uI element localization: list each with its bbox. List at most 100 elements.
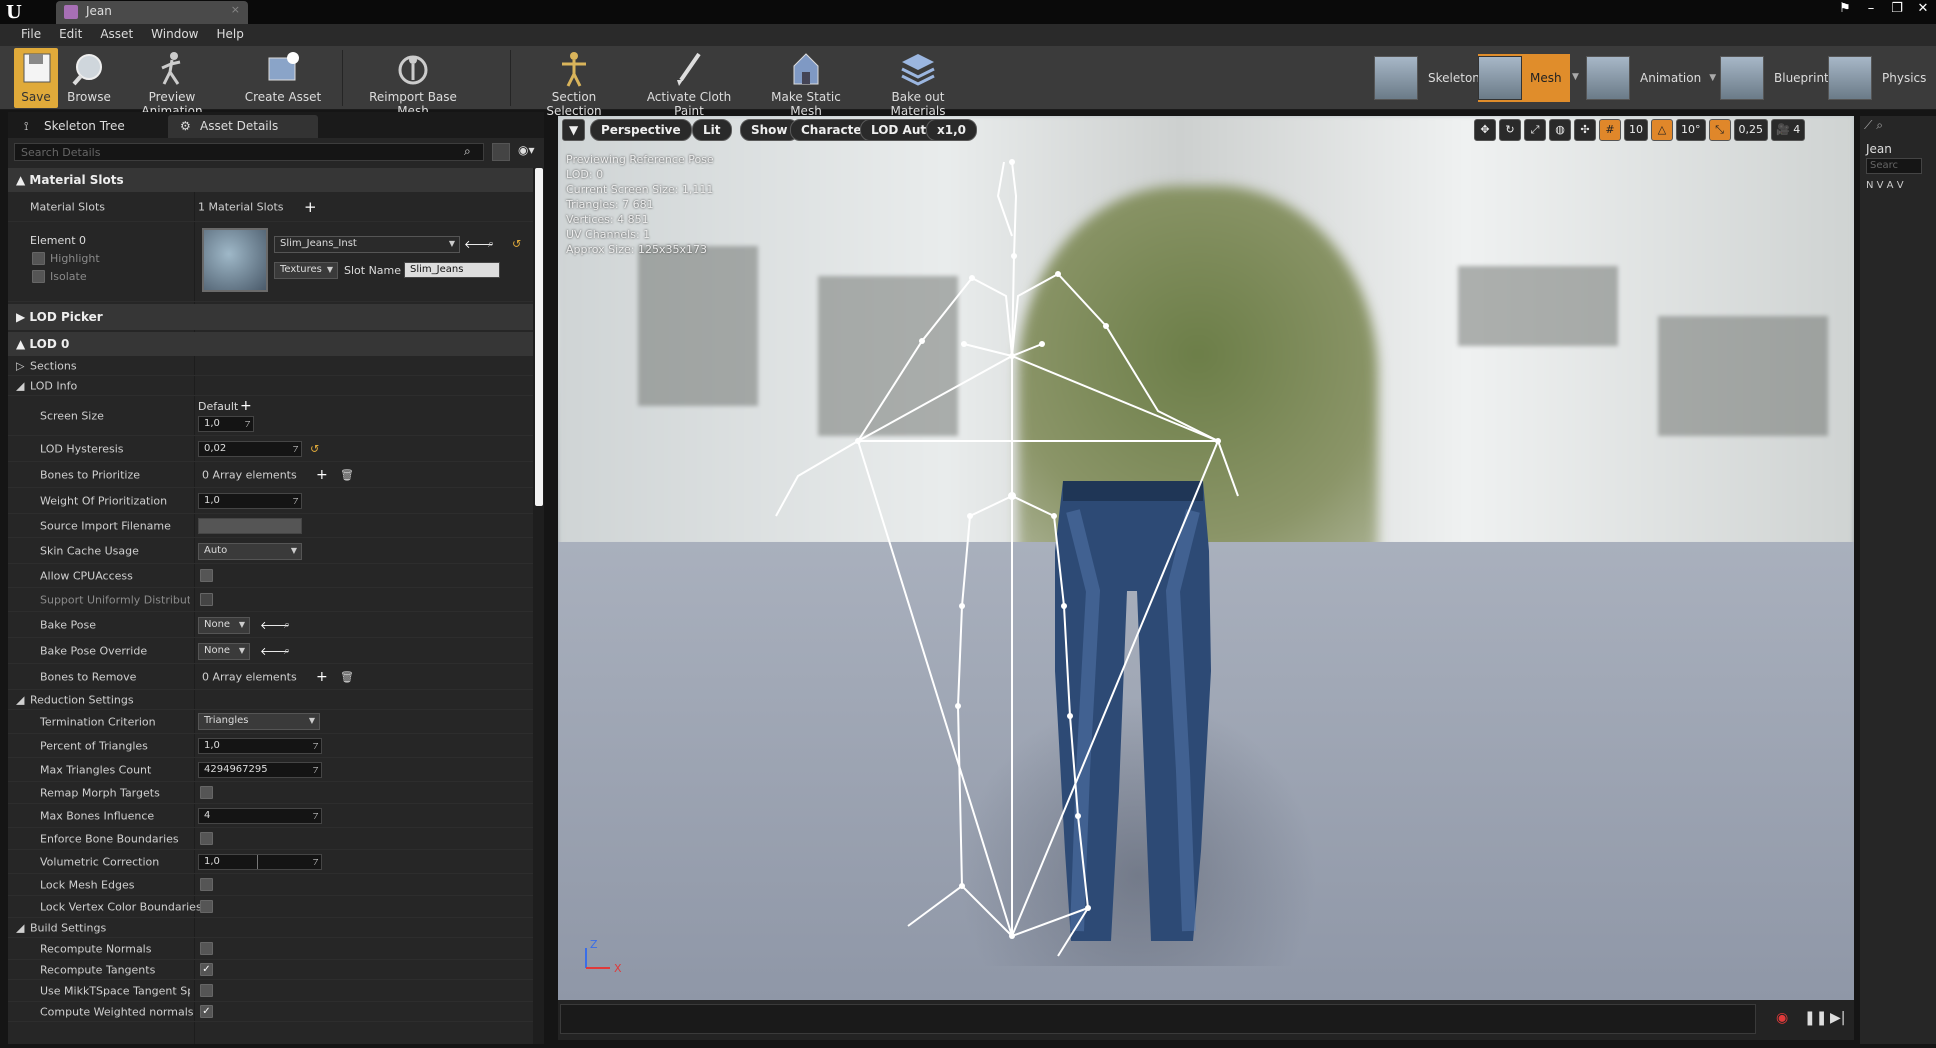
row-reduction-settings[interactable]: ◢ Reduction Settings bbox=[8, 690, 534, 710]
weighted-normals-checkbox[interactable]: ✓ bbox=[200, 1005, 213, 1018]
mode-animation[interactable]: Animation ▼ bbox=[1586, 54, 1716, 102]
animation-dropdown-icon[interactable]: ▼ bbox=[1709, 73, 1716, 83]
help-icon[interactable]: ⚑ bbox=[1832, 0, 1858, 18]
lod-info-collapse-icon[interactable]: ◢ bbox=[16, 379, 24, 392]
document-tab[interactable]: Jean × bbox=[56, 1, 248, 24]
grid-size-value[interactable]: 10 bbox=[1624, 119, 1648, 141]
textures-dropdown[interactable]: Textures bbox=[274, 262, 338, 279]
right-search-input[interactable]: Searc bbox=[1866, 158, 1922, 174]
details-scrollbar[interactable] bbox=[533, 168, 544, 1044]
highlight-checkbox[interactable] bbox=[32, 252, 45, 265]
tab-asset-details[interactable]: ⚙ Asset Details bbox=[168, 115, 318, 138]
termination-dropdown[interactable]: Triangles bbox=[198, 713, 320, 730]
scale-snap-value[interactable]: 0,25 bbox=[1733, 119, 1768, 141]
preview-animation-button[interactable]: Preview Animation bbox=[118, 48, 226, 118]
scale-snap-icon[interactable]: ⤡ bbox=[1708, 119, 1731, 141]
browse-pose-override-icon[interactable]: ⌕ bbox=[284, 644, 290, 658]
menu-help[interactable]: Help bbox=[207, 24, 252, 46]
lock-mesh-checkbox[interactable] bbox=[200, 878, 213, 891]
eye-icon[interactable]: ◉▾ bbox=[518, 143, 535, 157]
screen-size-input[interactable]: 1,0 bbox=[198, 416, 254, 432]
create-asset-button[interactable]: Create Asset bbox=[242, 48, 324, 108]
recompute-tangents-checkbox[interactable]: ✓ bbox=[200, 963, 213, 976]
slot-name-input[interactable]: Slim_Jeans bbox=[404, 262, 500, 278]
view-options-icon[interactable] bbox=[492, 143, 510, 161]
world-local-icon[interactable]: ◍ bbox=[1549, 119, 1571, 141]
trash-icon[interactable]: 🗑 bbox=[340, 670, 354, 683]
menu-window[interactable]: Window bbox=[142, 24, 207, 46]
move-icon[interactable]: ✥ bbox=[1474, 119, 1496, 141]
scrollbar-thumb[interactable] bbox=[535, 168, 543, 506]
mode-mesh[interactable]: Mesh bbox=[1478, 54, 1570, 102]
rotation-snap-value[interactable]: 10° bbox=[1676, 119, 1706, 141]
lod-hysteresis-input[interactable]: 0,02 bbox=[198, 441, 302, 457]
browse-material-icon[interactable]: ⌕ bbox=[488, 237, 494, 251]
viewport-options-dropdown[interactable]: ▼ bbox=[562, 119, 586, 141]
bake-out-materials-button[interactable]: Bake out Materials bbox=[866, 48, 970, 118]
surface-snap-icon[interactable]: ✣ bbox=[1574, 119, 1596, 141]
record-icon[interactable]: ◉ bbox=[1776, 1010, 1796, 1030]
menu-asset[interactable]: Asset bbox=[91, 24, 142, 46]
section-material-slots[interactable]: ▲ Material Slots bbox=[8, 168, 534, 192]
recompute-normals-checkbox[interactable] bbox=[200, 942, 213, 955]
mode-blueprint[interactable]: Blueprint bbox=[1720, 54, 1829, 102]
row-lod-info[interactable]: ◢ LOD Info bbox=[8, 376, 534, 396]
max-triangles-input[interactable]: 4294967295 bbox=[198, 762, 322, 778]
close-tab-icon[interactable]: × bbox=[231, 3, 240, 16]
menu-file[interactable]: File bbox=[12, 24, 50, 46]
rotate-icon[interactable]: ↻ bbox=[1499, 119, 1521, 141]
lock-vertex-checkbox[interactable] bbox=[200, 900, 213, 913]
build-collapse-icon[interactable]: ◢ bbox=[16, 921, 24, 934]
enforce-bone-checkbox[interactable] bbox=[200, 832, 213, 845]
close-window-button[interactable]: ✕ bbox=[1910, 0, 1936, 18]
sections-expand-icon[interactable]: ▷ bbox=[16, 359, 24, 372]
activate-cloth-paint-button[interactable]: Activate Cloth Paint bbox=[634, 48, 744, 118]
tab-skeleton-tree[interactable]: ⟟ Skeleton Tree bbox=[12, 115, 137, 138]
volumetric-slider[interactable]: 1,0 bbox=[198, 854, 322, 870]
bone-tools-icon[interactable]: ⟋ ⌕ bbox=[1864, 118, 1883, 133]
save-button[interactable]: Save bbox=[14, 48, 58, 108]
reset-hysteresis-icon[interactable]: ↺ bbox=[310, 442, 319, 455]
scale-icon[interactable]: ⤢ bbox=[1524, 119, 1546, 141]
restore-button[interactable]: ❐ bbox=[1884, 0, 1910, 18]
skin-cache-dropdown[interactable]: Auto bbox=[198, 543, 302, 560]
add-bone-remove-icon[interactable]: + bbox=[316, 669, 328, 685]
right-panel-options[interactable]: N V A V bbox=[1866, 180, 1904, 191]
grid-snap-icon[interactable]: # bbox=[1599, 119, 1621, 141]
remap-morph-checkbox[interactable] bbox=[200, 786, 213, 799]
section-selection-button[interactable]: Section Selection bbox=[524, 48, 624, 118]
reduction-collapse-icon[interactable]: ◢ bbox=[16, 693, 24, 706]
percent-triangles-input[interactable]: 1,0 bbox=[198, 738, 322, 754]
mode-skeleton[interactable]: Skeleton bbox=[1374, 54, 1480, 102]
row-sections[interactable]: ▷ Sections bbox=[8, 356, 534, 376]
row-build-settings[interactable]: ◢ Build Settings bbox=[8, 918, 534, 938]
reset-material-icon[interactable]: ↺ bbox=[512, 238, 521, 251]
minimize-button[interactable]: – bbox=[1858, 0, 1884, 18]
mikkt-checkbox[interactable] bbox=[200, 984, 213, 997]
add-material-slot-icon[interactable]: + bbox=[304, 198, 317, 216]
camera-speed-button[interactable]: 🎥 4 bbox=[1771, 119, 1806, 141]
browse-pose-icon[interactable]: ⌕ bbox=[284, 618, 290, 632]
section-lod-picker[interactable]: ▶ LOD Picker bbox=[8, 304, 534, 330]
step-forward-icon[interactable]: ▶| bbox=[1830, 1010, 1850, 1030]
pause-icon[interactable]: ❚❚ bbox=[1804, 1010, 1827, 1030]
material-thumbnail[interactable] bbox=[202, 228, 268, 292]
trash-icon[interactable]: 🗑 bbox=[340, 468, 354, 481]
rotation-snap-icon[interactable]: △ bbox=[1651, 119, 1673, 141]
add-bone-prioritize-icon[interactable]: + bbox=[316, 467, 328, 483]
reimport-base-mesh-button[interactable]: Reimport Base Mesh bbox=[356, 48, 470, 118]
make-static-mesh-button[interactable]: Make Static Mesh bbox=[756, 48, 856, 118]
browse-button[interactable]: Browse bbox=[64, 48, 114, 108]
menu-edit[interactable]: Edit bbox=[50, 24, 91, 46]
section-lod-0[interactable]: ▲ LOD 0 bbox=[8, 332, 534, 356]
weight-prioritization-input[interactable]: 1,0 bbox=[198, 493, 302, 509]
mode-physics[interactable]: Physics bbox=[1828, 54, 1926, 102]
perspective-button[interactable]: Perspective bbox=[590, 119, 692, 141]
bake-pose-dropdown[interactable]: None bbox=[198, 617, 250, 634]
viewport[interactable]: ▼ Perspective Lit Show Character LOD Aut… bbox=[558, 116, 1854, 1000]
add-screen-size-icon[interactable]: + bbox=[240, 398, 252, 414]
mesh-dropdown-icon[interactable]: ▼ bbox=[1572, 72, 1579, 82]
search-input[interactable]: Search Details bbox=[14, 143, 484, 161]
lit-button[interactable]: Lit bbox=[692, 119, 732, 141]
bake-pose-override-dropdown[interactable]: None bbox=[198, 643, 250, 660]
